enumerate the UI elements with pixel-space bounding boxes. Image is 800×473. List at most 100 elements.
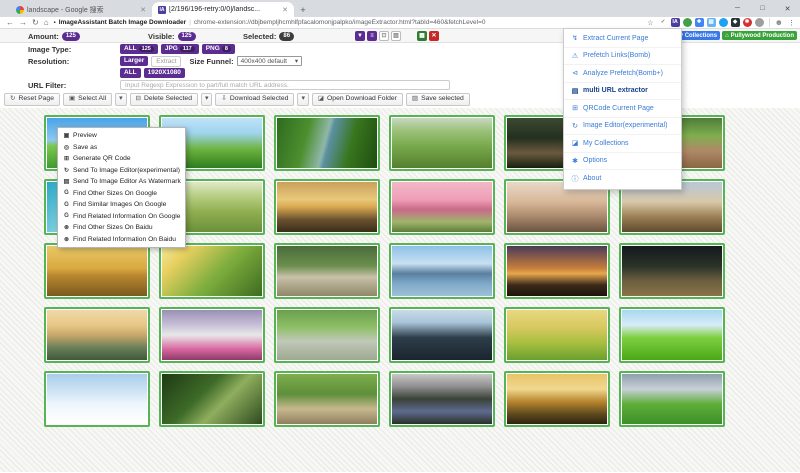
grid-row bbox=[44, 307, 800, 363]
remove-selected-icon[interactable]: ✕ bbox=[429, 31, 439, 41]
dropdown-qrcode-current-page[interactable]: ⊞QRCode Current Page bbox=[564, 100, 681, 118]
browser-menu-icon[interactable]: ⋮ bbox=[788, 19, 794, 27]
dark-extension-icon[interactable]: ◆ bbox=[731, 18, 740, 27]
filter-icon[interactable]: ▼ bbox=[355, 31, 365, 41]
image-thumbnail[interactable] bbox=[274, 371, 380, 427]
thumb-house-lawn bbox=[622, 374, 722, 424]
actual-size-icon[interactable]: ⊡ bbox=[379, 31, 389, 41]
red-circle-extension-icon[interactable]: ✱ bbox=[743, 18, 752, 27]
type-jpg-button[interactable]: JPG117 bbox=[161, 44, 199, 54]
folder-icon: ◪ bbox=[571, 139, 579, 147]
menu-item-find-other-sizes-google[interactable]: GFind Other Sizes On Google bbox=[58, 188, 185, 200]
forward-button[interactable]: → bbox=[19, 19, 27, 27]
reload-button[interactable]: ↻ bbox=[32, 19, 39, 27]
dropdown-about[interactable]: ⓘAbout bbox=[564, 170, 681, 188]
dropdown-my-collections[interactable]: ◪My Collections bbox=[564, 135, 681, 153]
menu-item-find-other-sizes-baidu[interactable]: ⊛Find Other Sizes On Baidu bbox=[58, 222, 185, 234]
type-all-button[interactable]: ALL125 bbox=[120, 44, 158, 54]
save-selected-button[interactable]: ▨Save selected bbox=[406, 93, 470, 106]
type-png-button[interactable]: PNG8 bbox=[202, 44, 235, 54]
extract-button[interactable]: Extract bbox=[151, 56, 181, 67]
menu-item-find-related-google[interactable]: GFind Related Information On Google bbox=[58, 211, 185, 223]
image-thumbnail[interactable] bbox=[619, 243, 725, 299]
tab-google-search[interactable]: landscape - Google 搜索✕ bbox=[10, 2, 152, 17]
image-thumbnail[interactable] bbox=[504, 243, 610, 299]
menu-item-save-as[interactable]: ◎Save as bbox=[58, 142, 185, 154]
bird-extension-icon[interactable] bbox=[719, 18, 728, 27]
menu-item-send-to-image-editor[interactable]: ↻Send To Image Editor(experimental) bbox=[58, 165, 185, 177]
image-thumbnail[interactable] bbox=[159, 307, 265, 363]
pullywood-production-button[interactable]: ⌂Pullywood Production bbox=[722, 31, 797, 40]
home-button[interactable]: ⌂ bbox=[44, 19, 49, 27]
menu-item-generate-qr-code[interactable]: ⊞Generate QR Code bbox=[58, 153, 185, 165]
image-view-icon[interactable]: ▨ bbox=[391, 31, 401, 41]
tab-close-icon[interactable]: ✕ bbox=[282, 6, 288, 14]
open-download-folder-button[interactable]: ◪Open Download Folder bbox=[312, 93, 403, 106]
context-menu-label: Send To Image Editor As Watermark bbox=[73, 178, 181, 185]
tab-close-icon[interactable]: ✕ bbox=[140, 6, 146, 14]
larger-button[interactable]: Larger bbox=[120, 56, 148, 66]
resolution-all-button[interactable]: ALL bbox=[120, 68, 141, 78]
image-thumbnail[interactable] bbox=[389, 115, 495, 171]
list-view-icon[interactable]: ≡ bbox=[367, 31, 377, 41]
image-thumbnail[interactable] bbox=[619, 307, 725, 363]
bookmark-star-icon[interactable]: ☆ bbox=[647, 19, 653, 27]
resolution-1920x1080-button[interactable]: 1920X1080 bbox=[144, 68, 185, 78]
image-thumbnail[interactable] bbox=[389, 179, 495, 235]
grid-row bbox=[44, 243, 800, 299]
dropdown-image-editor[interactable]: ↻Image Editor(experimental) bbox=[564, 118, 681, 136]
menu-item-send-as-watermark[interactable]: ▤Send To Image Editor As Watermark bbox=[58, 176, 185, 188]
image-thumbnail[interactable] bbox=[44, 371, 150, 427]
image-thumbnail[interactable] bbox=[389, 243, 495, 299]
image-thumbnail[interactable] bbox=[389, 307, 495, 363]
image-thumbnail[interactable] bbox=[159, 371, 265, 427]
dropdown-options[interactable]: ✱Options bbox=[564, 153, 681, 171]
export-excel-icon[interactable]: ▦ bbox=[417, 31, 427, 41]
maximize-button[interactable]: □ bbox=[750, 0, 775, 17]
image-thumbnail[interactable] bbox=[504, 371, 610, 427]
image-thumbnail[interactable] bbox=[274, 307, 380, 363]
menu-item-find-similar-google[interactable]: GFind Similar Images On Google bbox=[58, 199, 185, 211]
dropdown-analyze-prefetch[interactable]: ⊲Analyze Prefetch(Bomb+) bbox=[564, 65, 681, 83]
screenshot-extension-icon[interactable]: ▨ bbox=[707, 18, 716, 27]
image-thumbnail[interactable] bbox=[274, 115, 380, 171]
image-thumbnail[interactable] bbox=[159, 243, 265, 299]
select-all-button[interactable]: ▣Select All bbox=[63, 93, 112, 106]
context-menu-label: Find Other Sizes On Baidu bbox=[73, 224, 153, 231]
image-thumbnail[interactable] bbox=[389, 371, 495, 427]
menu-item-find-related-baidu[interactable]: ⊛Find Related Information On Baidu bbox=[58, 234, 185, 246]
tab-strip: landscape - Google 搜索✕IA[2/196/196-retry… bbox=[0, 0, 800, 17]
dropdown-prefetch-links[interactable]: ⚠Prefetch Links(Bomb) bbox=[564, 48, 681, 66]
image-thumbnail[interactable] bbox=[274, 243, 380, 299]
image-thumbnail[interactable] bbox=[504, 307, 610, 363]
image-thumbnail[interactable] bbox=[44, 307, 150, 363]
blue-shapes-extension-icon[interactable]: ❖ bbox=[695, 18, 704, 27]
gray-extension-icon[interactable] bbox=[755, 18, 764, 27]
delete-selected-button[interactable]: ⊟Delete Selected bbox=[130, 93, 198, 106]
url-filter-input[interactable] bbox=[120, 80, 450, 90]
download-selected-button-caret[interactable]: ▾ bbox=[297, 93, 308, 106]
menu-item-preview[interactable]: ▣Preview bbox=[58, 130, 185, 142]
reset-page-button[interactable]: ↻Reset Page bbox=[4, 93, 60, 106]
image-thumbnail[interactable] bbox=[619, 371, 725, 427]
image-assistant-icon[interactable]: IA bbox=[671, 18, 680, 27]
delete-selected-button-caret[interactable]: ▾ bbox=[201, 93, 212, 106]
tab-image-assistant[interactable]: IA[2/196/196-retry:0/0]/landsc...✕ bbox=[152, 2, 294, 17]
image-thumbnail[interactable] bbox=[44, 243, 150, 299]
check-icon[interactable]: ✓ bbox=[659, 18, 668, 27]
minimize-button[interactable]: ─ bbox=[725, 0, 750, 17]
new-tab-button[interactable]: + bbox=[294, 3, 312, 17]
context-menu-label: Generate QR Code bbox=[73, 155, 131, 162]
size-funnel-select[interactable]: 400x400 default ▾ bbox=[237, 56, 303, 66]
thumb-night-pergola bbox=[622, 246, 722, 296]
omnibox[interactable]: ▪ ImageAssistant Batch Image Downloader … bbox=[54, 19, 643, 26]
back-button[interactable]: ← bbox=[6, 19, 14, 27]
dropdown-extract-current-page[interactable]: ↯Extract Current Page bbox=[564, 30, 681, 48]
profile-avatar-icon[interactable]: ☻ bbox=[775, 18, 783, 27]
green-circle-extension-icon[interactable] bbox=[683, 18, 692, 27]
dropdown-multi-url-extractor[interactable]: ▤multi URL extractor bbox=[564, 83, 681, 101]
download-selected-button[interactable]: ⇩Download Selected bbox=[215, 93, 294, 106]
image-thumbnail[interactable] bbox=[274, 179, 380, 235]
close-button[interactable]: ✕ bbox=[775, 0, 800, 17]
select-all-button-caret[interactable]: ▾ bbox=[115, 93, 126, 106]
